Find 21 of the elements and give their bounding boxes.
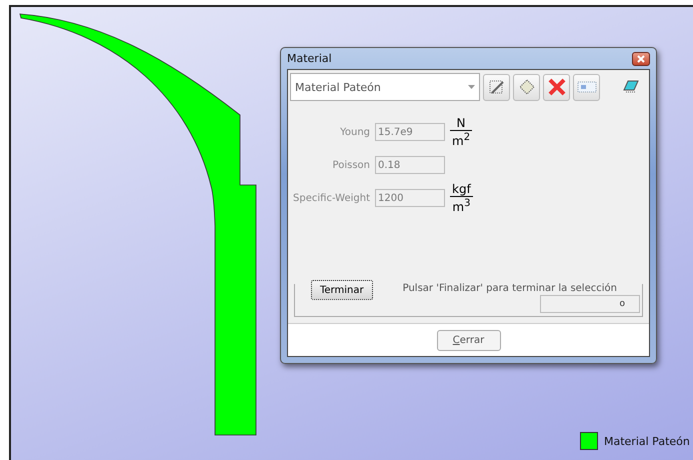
close-dialog-button[interactable]: Cerrar bbox=[436, 330, 500, 350]
close-button[interactable] bbox=[632, 52, 650, 66]
material-dropdown[interactable]: Material Pateón bbox=[290, 73, 480, 101]
unit-fraction: kgf m$^{3}$ bbox=[450, 182, 473, 214]
toolbar-button[interactable] bbox=[543, 74, 570, 100]
status-message: Pulsar 'Finalizar' para terminar la selección bbox=[402, 283, 617, 294]
close-icon bbox=[637, 54, 645, 62]
legend-label: Material Pateón bbox=[604, 434, 690, 448]
field-label: Poisson bbox=[332, 160, 370, 170]
input-field[interactable]: o bbox=[540, 295, 640, 313]
toolbar-button[interactable] bbox=[513, 74, 540, 100]
dialog-title: Material bbox=[287, 52, 332, 65]
delete-icon bbox=[546, 77, 566, 97]
pencil-icon bbox=[488, 78, 506, 96]
terminar-button[interactable]: Terminar bbox=[311, 280, 373, 300]
field-icon bbox=[576, 80, 596, 94]
unit-fraction: N m$^{2}$ bbox=[450, 116, 472, 148]
field-label: Young bbox=[339, 126, 370, 138]
toolbar-button[interactable] bbox=[483, 74, 510, 100]
caret-icon bbox=[468, 85, 475, 89]
field-label: Specific-Weight bbox=[292, 192, 370, 204]
